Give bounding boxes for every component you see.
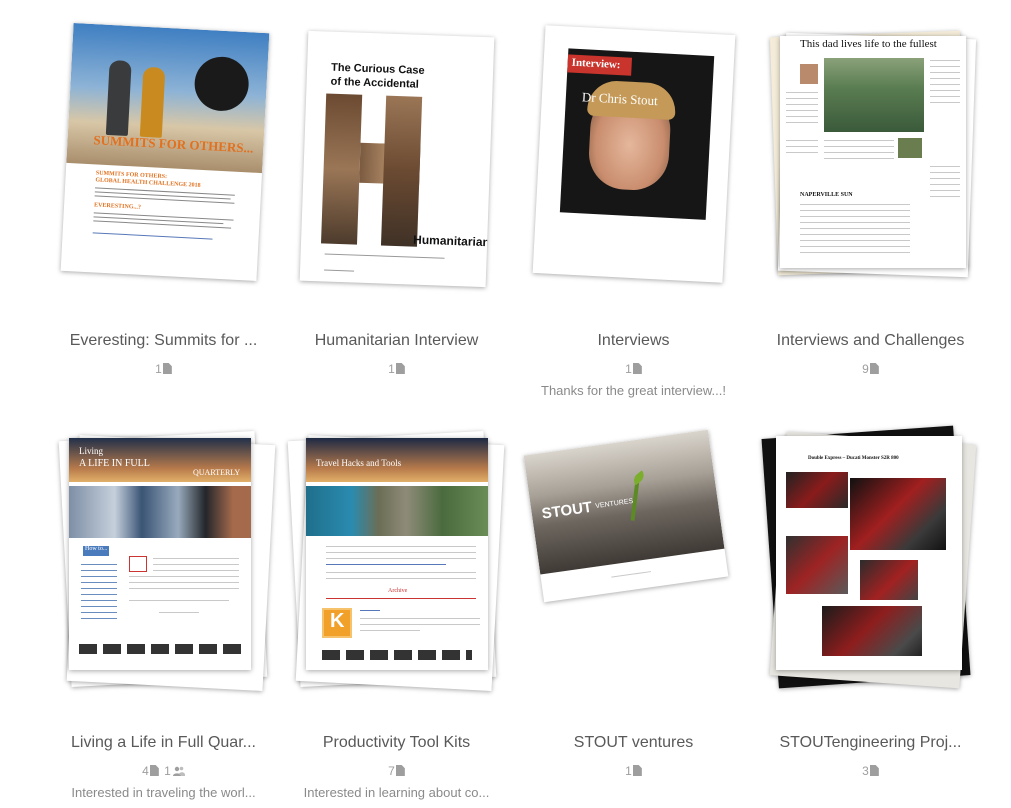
collection-thumbnail[interactable]: Interview: Dr Chris Stout [515, 0, 752, 300]
collection-thumbnail[interactable]: SUMMITS FOR OTHERS... SUMMITS FOR OTHERS… [45, 0, 282, 300]
thumb-headline: of the Accidental [330, 75, 420, 91]
thumb-headline: This dad lives life to the fullest [800, 38, 937, 50]
collection-meta: 9 [752, 362, 989, 376]
collection-title[interactable]: Living a Life in Full Quar... [45, 734, 282, 752]
collection-title[interactable]: Productivity Tool Kits [278, 734, 515, 752]
collection-card[interactable]: STOUT VENTURES STOUT ventures 1 [515, 402, 752, 778]
collection-card[interactable]: Interview: Dr Chris Stout Interviews 1 T… [515, 0, 752, 398]
document-icon [632, 765, 642, 776]
collection-title[interactable]: Interviews [515, 332, 752, 350]
climbers-figure [105, 59, 132, 137]
collection-title[interactable]: Everesting: Summits for ... [45, 332, 282, 350]
press-logos [322, 650, 472, 660]
document-count: 1 [625, 362, 632, 376]
page-sheet: Interview: Dr Chris Stout [532, 25, 736, 283]
thumb-headline: QUARTERLY [193, 468, 241, 477]
document-count: 4 [142, 764, 149, 778]
document-icon [869, 765, 879, 776]
page-sheet: Living A LIFE IN FULL QUARTERLY How to..… [69, 438, 251, 670]
collection-card[interactable]: This dad lives life to the fullest NAPER… [752, 0, 989, 376]
document-icon [869, 363, 879, 374]
document-icon [632, 363, 642, 374]
collection-thumbnail[interactable]: STOUT VENTURES [515, 402, 752, 702]
thumb-headline: Living [79, 446, 103, 456]
group-photo [824, 58, 924, 132]
thumb-headline: A LIFE IN FULL [79, 458, 150, 469]
collection-thumbnail[interactable]: Travel Hacks and Tools Archive K [278, 402, 515, 702]
document-icon [162, 363, 172, 374]
photo-strip [69, 486, 251, 538]
page-sheet: The Curious Case of the Accidental Human… [299, 30, 495, 288]
page-sheet: STOUT VENTURES [523, 429, 729, 603]
checkmark-icon [129, 556, 147, 572]
page-sheet: This dad lives life to the fullest NAPER… [780, 36, 966, 268]
document-icon [395, 363, 405, 374]
motorcycle-photo [822, 606, 922, 656]
k-logo-letter: K [330, 610, 345, 632]
motorcycle-photo [786, 472, 848, 508]
collection-meta: 1 [278, 362, 515, 376]
collections-grid: SUMMITS FOR OTHERS... SUMMITS FOR OTHERS… [0, 0, 1011, 808]
collection-meta: 3 [752, 764, 989, 778]
document-count: 1 [155, 362, 162, 376]
motorcycle-photo [786, 536, 848, 594]
document-count: 1 [625, 764, 632, 778]
document-count: 9 [862, 362, 869, 376]
climbers-figure [139, 66, 166, 138]
photo-block [380, 95, 423, 247]
page-sheet: SUMMITS FOR OTHERS... SUMMITS FOR OTHERS… [60, 23, 270, 281]
collection-title[interactable]: Humanitarian Interview [278, 332, 515, 350]
document-count: 7 [388, 764, 395, 778]
collection-description: Interested in traveling the worl... [71, 785, 256, 800]
collection-thumbnail[interactable]: Living A LIFE IN FULL QUARTERLY How to..… [45, 402, 282, 702]
collection-description: Interested in learning about co... [303, 785, 490, 800]
thumb-headline: Humanitarian [412, 232, 491, 250]
collection-card[interactable]: Double Express – Ducati Monster S2R 800 … [752, 402, 989, 778]
collection-meta: 7 [278, 764, 515, 778]
small-photo [898, 138, 922, 158]
collection-card[interactable]: The Curious Case of the Accidental Human… [278, 0, 515, 376]
press-logos [79, 644, 241, 654]
document-count: 1 [388, 362, 395, 376]
collection-card[interactable]: SUMMITS FOR OTHERS... SUMMITS FOR OTHERS… [45, 0, 282, 376]
motorcycle-photo [850, 478, 946, 550]
follower-count: 1 [164, 764, 171, 778]
thumb-headline: Double Express – Ducati Monster S2R 800 [808, 456, 899, 461]
document-icon [395, 765, 405, 776]
collection-title[interactable]: STOUTengineering Proj... [752, 734, 989, 752]
page-sheet: Travel Hacks and Tools Archive K [306, 438, 488, 670]
collection-title[interactable]: Interviews and Challenges [752, 332, 989, 350]
page-sheet: Double Express – Ducati Monster S2R 800 [776, 436, 962, 670]
thumb-subhead: EVERESTING...? [93, 202, 142, 211]
collection-meta: 1 [45, 362, 282, 376]
document-count: 3 [862, 764, 869, 778]
people-icon [172, 765, 185, 779]
collection-meta: 1 [515, 764, 752, 778]
photo-strip [306, 486, 488, 536]
collection-thumbnail[interactable]: This dad lives life to the fullest NAPER… [752, 0, 989, 300]
archive-label: Archive [388, 588, 408, 594]
collection-meta: 4 1 [45, 764, 282, 779]
collection-thumbnail[interactable]: Double Express – Ducati Monster S2R 800 [752, 402, 989, 702]
thumb-masthead: NAPERVILLE SUN [800, 192, 853, 198]
thumb-headline: The Curious Case [330, 61, 425, 77]
collection-title[interactable]: STOUT ventures [515, 734, 752, 752]
collection-description: Thanks for the great interview...! [541, 383, 726, 398]
motorcycle-photo [860, 560, 918, 600]
collection-thumbnail[interactable]: The Curious Case of the Accidental Human… [278, 0, 515, 300]
thumb-headline: Travel Hacks and Tools [316, 458, 402, 468]
collection-card[interactable]: Living A LIFE IN FULL QUARTERLY How to..… [45, 402, 282, 800]
thumb-headline: Interview: [571, 56, 621, 72]
collection-card[interactable]: Travel Hacks and Tools Archive K Product… [278, 402, 515, 800]
portrait-photo [800, 64, 818, 84]
photo-block [321, 93, 363, 245]
collection-meta: 1 [515, 362, 752, 376]
document-icon [149, 765, 159, 776]
thumb-tag: How to... [85, 546, 108, 552]
